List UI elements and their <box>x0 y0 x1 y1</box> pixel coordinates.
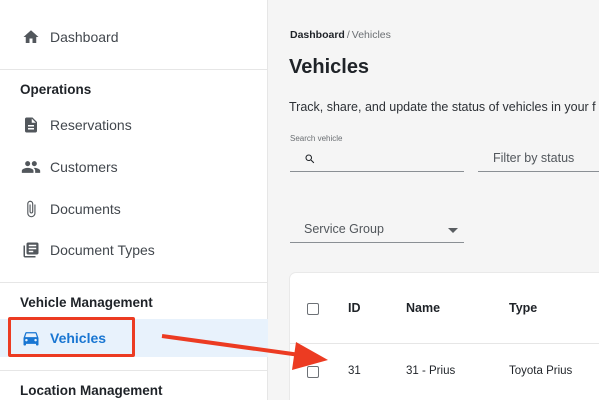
annotation-highlight-box <box>8 317 135 357</box>
breadcrumb-link-dashboard[interactable]: Dashboard <box>290 29 345 41</box>
home-icon <box>21 27 41 47</box>
section-title-vehicle-management: Vehicle Management <box>20 295 153 310</box>
document-icon <box>21 115 41 135</box>
sidebar-divider <box>0 282 268 283</box>
library-icon <box>21 240 41 260</box>
sidebar-divider <box>0 69 268 70</box>
status-filter-placeholder: Filter by status <box>493 151 575 165</box>
column-header-type[interactable]: Type <box>509 301 537 315</box>
sidebar-item-reservations[interactable]: Reservations <box>0 106 268 144</box>
breadcrumb-separator: / <box>346 29 350 41</box>
sidebar-divider <box>0 370 268 371</box>
search-label: Search vehicle <box>290 134 343 143</box>
cell-id: 31 <box>348 365 361 377</box>
breadcrumb-current: Vehicles <box>351 29 391 41</box>
people-icon <box>21 157 41 177</box>
sidebar-item-label: Dashboard <box>50 29 119 45</box>
sidebar-item-documents[interactable]: Documents <box>0 190 268 228</box>
column-header-id[interactable]: ID <box>348 301 361 315</box>
sidebar-item-dashboard[interactable]: Dashboard <box>0 18 268 56</box>
sidebar-item-label: Documents <box>50 201 121 217</box>
sidebar-item-label: Document Types <box>50 242 155 258</box>
section-title-operations: Operations <box>20 82 92 97</box>
cell-type: Toyota Prius <box>509 365 573 377</box>
page-description: Track, share, and update the status of v… <box>289 100 596 114</box>
service-group-select-value: Service Group <box>304 222 384 236</box>
sidebar-item-label: Customers <box>50 159 118 175</box>
annotation-arrow <box>161 334 328 370</box>
search-input[interactable] <box>290 171 464 172</box>
chevron-down-icon <box>448 228 458 233</box>
select-all-checkbox[interactable] <box>307 303 319 315</box>
service-group-select[interactable] <box>290 242 464 243</box>
search-icon <box>304 152 316 164</box>
page-title: Vehicles <box>289 56 370 78</box>
sidebar-item-document-types[interactable]: Document Types <box>0 231 268 269</box>
cell-name: 31 - Prius <box>406 365 456 377</box>
sidebar-item-customers[interactable]: Customers <box>0 148 268 186</box>
column-header-name[interactable]: Name <box>406 301 440 315</box>
section-title-location-management: Location Management <box>20 383 163 398</box>
paperclip-icon <box>21 199 41 219</box>
sidebar-item-label: Reservations <box>50 117 132 133</box>
status-filter-input[interactable] <box>478 171 599 172</box>
breadcrumb: Dashboard / Vehicles <box>290 29 391 41</box>
